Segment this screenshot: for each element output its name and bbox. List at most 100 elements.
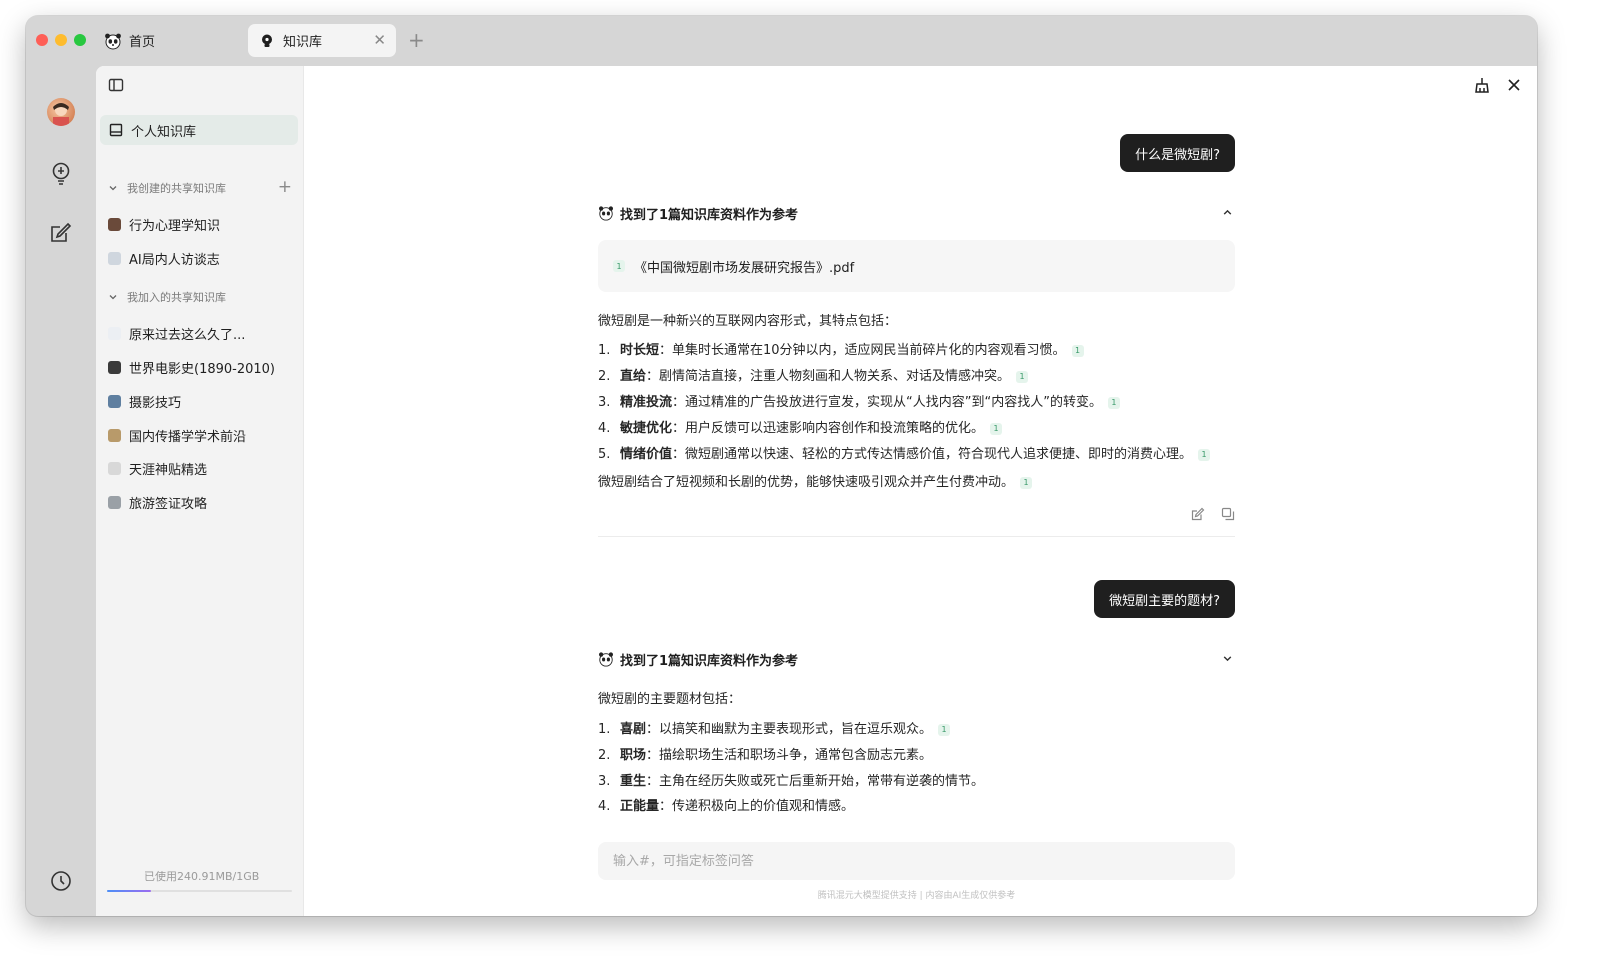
sidebar-item-joined-1[interactable]: 原来过去这么久了... bbox=[108, 322, 245, 344]
sidebar-item-joined-5[interactable]: 天涯神贴精选 bbox=[108, 457, 207, 479]
chevron-down-icon bbox=[1222, 653, 1233, 664]
close-window-button[interactable] bbox=[36, 34, 48, 46]
section-joined-label: 我加入的共享知识库 bbox=[127, 291, 226, 304]
answer-intro: 微短剧是一种新兴的互联网内容形式，其特点包括： bbox=[598, 314, 898, 329]
knowledge-bulb-icon[interactable] bbox=[48, 160, 74, 186]
close-icon[interactable] bbox=[1505, 76, 1523, 94]
citation-badge: 1 bbox=[613, 260, 625, 272]
storage-usage-bar bbox=[107, 890, 292, 892]
chat-area: 什么是微短剧? 找到了1篇知识库资料作为参考 1 《中国微短剧市场发展研究报告》… bbox=[598, 66, 1235, 916]
kb-thumbnail bbox=[108, 461, 121, 475]
user-question-bubble: 微短剧主要的题材? bbox=[1094, 580, 1235, 618]
panda-logo-icon bbox=[104, 32, 122, 50]
answer-list-item: 1. 喜剧：以搞笑和幽默为主要表现形式，旨在逗乐观众。 1 bbox=[598, 718, 951, 737]
reference-header-toggle[interactable]: 找到了1篇知识库资料作为参考 bbox=[598, 649, 1235, 669]
tab-knowledge-base[interactable]: 知识库 ✕ bbox=[248, 24, 396, 57]
tab-knowledge-base-label: 知识库 bbox=[283, 35, 323, 50]
sidebar-item-joined-4[interactable]: 国内传播学学术前沿 bbox=[108, 424, 246, 446]
bulb-icon bbox=[258, 32, 276, 50]
sidebar-item-label: AI局内人访谈志 bbox=[129, 252, 220, 268]
kb-thumbnail bbox=[108, 326, 121, 340]
app-window: 首页 知识库 ✕ + 个人知识库 我创建的共享知识库 + 行为心理学知识 AI局… bbox=[26, 16, 1537, 916]
chat-input[interactable] bbox=[598, 842, 1235, 880]
broom-clear-icon[interactable] bbox=[1473, 76, 1491, 94]
chevron-down-icon bbox=[108, 292, 118, 302]
panda-logo-icon bbox=[598, 651, 614, 667]
answer-intro: 微短剧的主要题材包括： bbox=[598, 692, 742, 707]
edit-note-icon[interactable] bbox=[48, 220, 74, 246]
citation-badge[interactable]: 1 bbox=[938, 723, 951, 736]
kb-thumbnail bbox=[108, 360, 121, 374]
citation-badge[interactable]: 1 bbox=[1198, 448, 1211, 461]
storage-usage-text: 已使用240.91MB/1GB bbox=[144, 870, 260, 883]
minimize-window-button[interactable] bbox=[55, 34, 67, 46]
answer-list-item: 4. 敏捷优化：用户反馈可以迅速影响内容创作和投流策略的优化。 1 bbox=[598, 417, 1003, 436]
add-shared-kb-button[interactable]: + bbox=[278, 177, 292, 197]
top-toolbar bbox=[1473, 76, 1523, 94]
section-joined-toggle[interactable]: 我加入的共享知识库 bbox=[108, 289, 226, 305]
tab-home-label: 首页 bbox=[129, 35, 156, 50]
sidebar-item-behavior-psychology[interactable]: 行为心理学知识 bbox=[108, 213, 220, 235]
knowledge-sidebar: 个人知识库 我创建的共享知识库 + 行为心理学知识 AI局内人访谈志 我加入的共… bbox=[96, 66, 303, 916]
reference-header-text: 找到了1篇知识库资料作为参考 bbox=[620, 653, 799, 669]
sidebar-item-joined-2[interactable]: 世界电影史(1890-2010) bbox=[108, 356, 275, 378]
citation-badge[interactable]: 1 bbox=[1107, 396, 1120, 409]
message-divider bbox=[598, 536, 1235, 537]
kb-thumbnail bbox=[108, 217, 121, 231]
sidebar-item-joined-3[interactable]: 摄影技巧 bbox=[108, 390, 181, 412]
book-icon bbox=[109, 123, 123, 137]
citation-badge[interactable]: 1 bbox=[1020, 476, 1033, 489]
tab-close-icon[interactable]: ✕ bbox=[373, 31, 386, 49]
user-question-text: 微短剧主要的题材? bbox=[1109, 593, 1220, 609]
sidebar-item-label: 行为心理学知识 bbox=[129, 218, 221, 234]
sidebar-item-label: 天涯神贴精选 bbox=[129, 462, 208, 478]
sidebar-item-label: 原来过去这么久了... bbox=[129, 327, 246, 343]
history-clock-icon[interactable] bbox=[48, 868, 74, 894]
sidebar-item-ai-interviews[interactable]: AI局内人访谈志 bbox=[108, 247, 220, 269]
sidebar-divider bbox=[303, 66, 304, 916]
citation-badge[interactable]: 1 bbox=[1071, 344, 1084, 357]
reference-header-text: 找到了1篇知识库资料作为参考 bbox=[620, 207, 799, 223]
answer-list-item: 2. 职场：描绘职场生活和职场斗争，通常包含励志元素。 bbox=[598, 748, 933, 763]
maximize-window-button[interactable] bbox=[74, 34, 86, 46]
copy-icon[interactable] bbox=[1221, 506, 1235, 521]
sidebar-item-joined-6[interactable]: 旅游签证攻略 bbox=[108, 491, 207, 513]
kb-thumbnail bbox=[108, 394, 121, 408]
panda-logo-icon bbox=[598, 205, 614, 221]
citation-badge[interactable]: 1 bbox=[990, 422, 1003, 435]
answer-list-item: 3. 重生：主角在经历失败或死亡后重新开始，常带有逆袭的情节。 bbox=[598, 774, 985, 789]
reference-document-name: 《中国微短剧市场发展研究报告》.pdf bbox=[634, 260, 855, 276]
main-panel: 个人知识库 我创建的共享知识库 + 行为心理学知识 AI局内人访谈志 我加入的共… bbox=[96, 66, 1537, 916]
reference-header-toggle[interactable]: 找到了1篇知识库资料作为参考 bbox=[598, 203, 1235, 223]
sidebar-item-label: 世界电影史(1890-2010) bbox=[129, 361, 276, 377]
sidebar-item-label: 国内传播学学术前沿 bbox=[129, 429, 247, 445]
answer-list-item: 4. 正能量：传递积极向上的价值观和情感。 bbox=[598, 799, 855, 814]
tab-home[interactable]: 首页 bbox=[102, 24, 242, 57]
sidebar-item-label: 摄影技巧 bbox=[129, 395, 182, 411]
answer-outro: 微短剧结合了短视频和长剧的优势，能够快速吸引观众并产生付费冲动。 1 bbox=[598, 471, 1033, 490]
sidebar-item-personal[interactable]: 个人知识库 bbox=[100, 115, 298, 145]
storage-usage-fill bbox=[107, 890, 152, 892]
title-bar: 首页 知识库 ✕ + bbox=[26, 16, 1537, 66]
citation-badge[interactable]: 1 bbox=[1016, 370, 1029, 383]
chat-input-box[interactable] bbox=[598, 842, 1235, 880]
new-tab-button[interactable]: + bbox=[408, 28, 425, 52]
sidebar-item-personal-label: 个人知识库 bbox=[131, 124, 197, 140]
sidebar-item-label: 旅游签证攻略 bbox=[129, 496, 208, 512]
user-question-text: 什么是微短剧? bbox=[1135, 147, 1220, 163]
answer-list-item: 5. 情绪价值：微短剧通常以快速、轻松的方式传达情感价值，符合现代人追求便捷、即时… bbox=[598, 443, 1211, 462]
section-created-toggle[interactable]: 我创建的共享知识库 bbox=[108, 180, 226, 196]
footer-disclaimer: 腾讯混元大模型提供支持 | 内容由AI生成仅供参考 bbox=[817, 891, 1016, 901]
avatar[interactable] bbox=[47, 98, 75, 126]
sidebar-toggle-icon[interactable] bbox=[107, 76, 125, 94]
chevron-up-icon bbox=[1222, 207, 1233, 218]
reference-document-card[interactable]: 1 《中国微短剧市场发展研究报告》.pdf bbox=[598, 240, 1235, 292]
user-question-bubble: 什么是微短剧? bbox=[1120, 134, 1235, 172]
kb-thumbnail bbox=[108, 251, 121, 265]
answer-list-item: 3. 精准投流：通过精准的广告投放进行宣发，实现从“人找内容”到“内容找人”的转变… bbox=[598, 391, 1120, 410]
chevron-down-icon bbox=[108, 183, 118, 193]
edit-answer-icon[interactable] bbox=[1191, 506, 1205, 521]
kb-thumbnail bbox=[108, 495, 121, 509]
answer-list-item: 1. 时长短：单集时长通常在10分钟以内，适应网民当前碎片化的内容观看习惯。 1 bbox=[598, 339, 1084, 358]
kb-thumbnail bbox=[108, 428, 121, 442]
